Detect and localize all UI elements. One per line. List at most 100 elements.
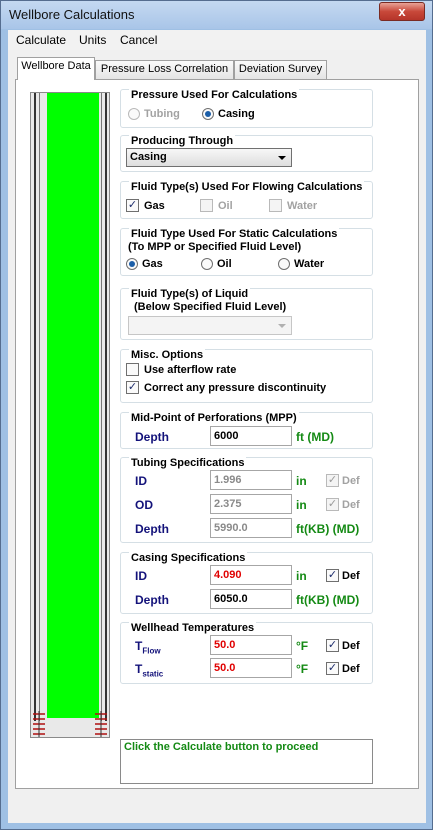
casing-id-label: ID [135, 569, 147, 583]
tubing-id-label: ID [135, 474, 147, 488]
tab-wellbore-data[interactable]: Wellbore Data [17, 57, 95, 80]
menu-cancel[interactable]: Cancel [120, 33, 157, 47]
title-bar[interactable]: Wellbore Calculations x [1, 1, 432, 29]
producing-through-value: Casing [130, 151, 167, 163]
static-gas-label: Gas [142, 258, 163, 270]
status-message: Click the Calculate button to proceed [120, 739, 373, 784]
static-fluid-group: Fluid Type Used For Static Calculations … [120, 228, 373, 276]
flowing-water-label: Water [287, 200, 318, 212]
tubing-id-def-label: Def [342, 475, 360, 487]
casing-specs-title: Casing Specifications [129, 552, 248, 565]
casing-id-def-checkbox[interactable]: ✓ [326, 569, 339, 582]
casing-wall-left [34, 93, 36, 721]
liquid-fluid-dropdown[interactable] [128, 316, 292, 335]
window-title: Wellbore Calculations [9, 7, 135, 22]
static-fluid-subtitle: (To MPP or Specified Fluid Level) [128, 241, 302, 253]
wellhead-temps-title: Wellhead Temperatures [129, 622, 257, 635]
casing-id-def-label: Def [342, 570, 360, 582]
flowing-fluid-group: Fluid Type(s) Used For Flowing Calculati… [120, 181, 373, 219]
tstatic-label: Tstatic [135, 662, 164, 679]
static-fluid-title: Fluid Type Used For Static Calculations [129, 228, 340, 241]
misc-options-title: Misc. Options [129, 349, 206, 362]
wellbore-diagram [30, 92, 110, 738]
casing-depth-label: Depth [135, 593, 169, 607]
tab-deviation-survey[interactable]: Deviation Survey [234, 60, 327, 79]
flowing-oil-label: Oil [218, 200, 233, 212]
misc-options-group: Misc. Options Use afterflow rate ✓ Corre… [120, 349, 373, 403]
tstatic-unit: °F [296, 662, 309, 676]
mpp-depth-label: Depth [135, 430, 169, 444]
casing-radio[interactable] [202, 108, 214, 120]
flowing-oil-checkbox[interactable] [200, 199, 213, 212]
casing-id-unit: in [296, 569, 307, 583]
tubing-od-label: OD [135, 498, 153, 512]
wellbore-calculations-window: Wellbore Calculations x Calculate Units … [0, 0, 433, 830]
menu-bar: Calculate Units Cancel [8, 30, 426, 50]
tubing-od-def-checkbox[interactable]: ✓ [326, 498, 339, 511]
pressure-used-title: Pressure Used For Calculations [129, 89, 300, 102]
producing-through-group: Producing Through Casing [120, 135, 373, 172]
mpp-depth-input[interactable]: 6000 [210, 426, 292, 446]
chevron-down-icon [278, 324, 286, 328]
tflow-input[interactable]: 50.0 [210, 635, 292, 655]
tubing-specs-title: Tubing Specifications [129, 457, 247, 470]
liquid-fluid-group: Fluid Type(s) of Liquid (Below Specified… [120, 288, 373, 340]
mpp-title: Mid-Point of Perforations (MPP) [129, 412, 299, 425]
tubing-id-input[interactable]: 1.996 [210, 470, 292, 490]
mpp-group: Mid-Point of Perforations (MPP) Depth 60… [120, 412, 373, 449]
casing-wall-right [105, 93, 107, 721]
tubing-depth-input[interactable]: 5990.0 [210, 518, 292, 538]
tubing-id-def-checkbox[interactable]: ✓ [326, 474, 339, 487]
static-water-radio[interactable] [278, 258, 290, 270]
mpp-depth-unit: ft (MD) [296, 430, 334, 444]
tflow-def-checkbox[interactable]: ✓ [326, 639, 339, 652]
wellbore-data-panel: Pressure Used For Calculations Tubing Ca… [15, 79, 419, 789]
casing-radio-label: Casing [218, 108, 255, 120]
menu-calculate[interactable]: Calculate [16, 33, 66, 47]
liquid-fluid-subtitle: (Below Specified Fluid Level) [134, 301, 287, 313]
tubing-depth-unit: ft(KB) (MD) [296, 522, 360, 536]
flowing-gas-checkbox[interactable]: ✓ [126, 199, 139, 212]
static-oil-radio[interactable] [201, 258, 213, 270]
liquid-fluid-title: Fluid Type(s) of Liquid [129, 288, 251, 301]
wellhead-temps-group: Wellhead Temperatures TFlow 50.0 °F ✓ De… [120, 622, 373, 684]
static-oil-label: Oil [217, 258, 232, 270]
tubing-wall-right [101, 93, 102, 721]
tubing-radio[interactable] [128, 108, 140, 120]
casing-specs-group: Casing Specifications ID 4.090 in ✓ Def … [120, 552, 373, 614]
casing-depth-input[interactable]: 6050.0 [210, 589, 292, 609]
flowing-water-checkbox[interactable] [269, 199, 282, 212]
tubing-specs-group: Tubing Specifications ID 1.996 in ✓ Def … [120, 457, 373, 543]
tflow-unit: °F [296, 639, 309, 653]
tubing-od-input[interactable]: 2.375 [210, 494, 292, 514]
tubing-od-def-label: Def [342, 499, 360, 511]
pressure-used-group: Pressure Used For Calculations Tubing Ca… [120, 89, 373, 128]
tstatic-input[interactable]: 50.0 [210, 658, 292, 678]
casing-depth-unit: ft(KB) (MD) [296, 593, 360, 607]
flowing-fluid-title: Fluid Type(s) Used For Flowing Calculati… [129, 181, 365, 194]
perforations-left-icon [33, 711, 45, 737]
discontinuity-label: Correct any pressure discontinuity [144, 382, 327, 394]
gas-fluid-column [47, 93, 99, 718]
casing-id-input[interactable]: 4.090 [210, 565, 292, 585]
chevron-down-icon [278, 156, 286, 160]
tflow-label: TFlow [135, 639, 161, 656]
close-button[interactable]: x [379, 2, 425, 21]
tubing-od-unit: in [296, 498, 307, 512]
tflow-def-label: Def [342, 640, 360, 652]
afterflow-checkbox[interactable] [126, 363, 139, 376]
producing-through-dropdown[interactable]: Casing [126, 148, 292, 167]
menu-units[interactable]: Units [79, 33, 106, 47]
tubing-id-unit: in [296, 474, 307, 488]
static-gas-radio[interactable] [126, 258, 138, 270]
tubing-wall-left [39, 93, 40, 721]
tubing-radio-label: Tubing [144, 108, 180, 120]
tstatic-def-label: Def [342, 663, 360, 675]
discontinuity-checkbox[interactable]: ✓ [126, 381, 139, 394]
afterflow-label: Use afterflow rate [144, 364, 237, 376]
tab-pressure-loss-correlation[interactable]: Pressure Loss Correlation [95, 60, 234, 79]
flowing-gas-label: Gas [144, 200, 165, 212]
tstatic-def-checkbox[interactable]: ✓ [326, 662, 339, 675]
tubing-depth-label: Depth [135, 522, 169, 536]
client-area: Wellbore Data Pressure Loss Correlation … [8, 50, 426, 823]
